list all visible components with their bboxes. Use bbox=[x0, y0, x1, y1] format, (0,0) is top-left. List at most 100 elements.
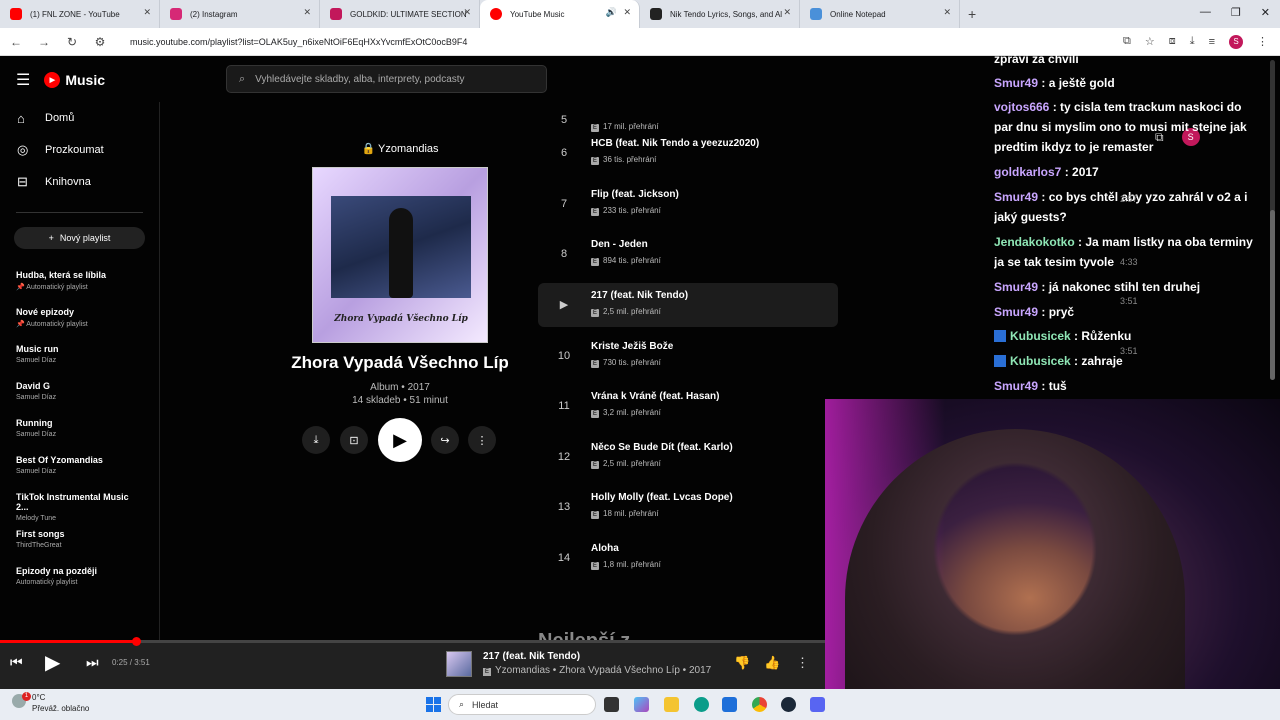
share-button[interactable]: ↪ bbox=[431, 426, 459, 454]
track-title: Aloha bbox=[591, 543, 619, 554]
forward-icon[interactable]: → bbox=[32, 35, 56, 49]
library-icon: ⊟ bbox=[17, 174, 28, 189]
playlist-item[interactable]: First songs ThirdTheGreat bbox=[0, 524, 159, 561]
track-title: 217 (feat. Nik Tendo) bbox=[591, 290, 689, 301]
close-icon[interactable]: ✕ bbox=[463, 7, 471, 18]
download-icon: ⤓ bbox=[313, 433, 319, 446]
play-icon[interactable]: ▶ bbox=[45, 650, 60, 675]
sidebar-item-library[interactable]: ⊟ Knihovna bbox=[0, 166, 159, 198]
bookmark-star-icon[interactable]: ☆ bbox=[1145, 35, 1155, 48]
track-views: E 36 tis. přehrání bbox=[591, 155, 656, 165]
menu-icon[interactable]: ☰ bbox=[16, 70, 30, 90]
more-options-button[interactable]: ⋮ bbox=[468, 426, 496, 454]
playlist-title: Hudba, která se líbila bbox=[16, 270, 107, 280]
steam-icon[interactable] bbox=[781, 697, 796, 712]
track-row[interactable]: 7 Flip (feat. Jickson) E 233 tis. přehrání bbox=[538, 182, 828, 226]
playlist-item[interactable]: Nové epizody 📌 Automatický playlist bbox=[0, 302, 159, 339]
copilot-icon[interactable] bbox=[634, 697, 649, 712]
playlist-title: TikTok Instrumental Music 2... bbox=[16, 492, 129, 512]
download-button[interactable]: ⤓ bbox=[302, 426, 330, 454]
browser-tab-5[interactable]: Nik Tendo Lyrics, Songs, and Al ✕ bbox=[640, 0, 800, 28]
edge-icon[interactable] bbox=[694, 697, 709, 712]
progress-bar[interactable] bbox=[0, 637, 825, 646]
dislike-icon[interactable]: 👎 bbox=[734, 655, 750, 671]
logo[interactable]: ▶ Music bbox=[44, 71, 105, 88]
maximize-icon[interactable]: ❐ bbox=[1231, 6, 1241, 19]
playlist-owner: 📌 Automatický playlist bbox=[16, 284, 88, 291]
start-icon[interactable] bbox=[426, 697, 441, 712]
play-track-icon[interactable]: ▶ bbox=[552, 283, 576, 327]
playlist-item[interactable]: Epizody na později Automatický playlist bbox=[0, 561, 159, 598]
close-icon[interactable]: ✕ bbox=[143, 7, 151, 18]
playlist-item[interactable]: Best Of Yzomandias Samuel Díaz bbox=[0, 450, 159, 487]
media-icon[interactable]: ≡ bbox=[1209, 36, 1215, 48]
weather-widget[interactable]: 1 0°C Převáž. oblačno bbox=[8, 692, 89, 714]
play-album-button[interactable]: ▶ bbox=[378, 418, 422, 462]
chat-text: zprávi za chvíli bbox=[994, 52, 1079, 66]
page-scrollbar[interactable] bbox=[1270, 60, 1275, 380]
taskbar-search-label: Hledat bbox=[472, 699, 499, 710]
site-info-icon[interactable]: ⚙ bbox=[88, 35, 112, 49]
download-icon[interactable]: ⤓ bbox=[1190, 35, 1195, 48]
store-icon[interactable] bbox=[722, 697, 737, 712]
playlist-item[interactable]: Music run Samuel Díaz bbox=[0, 339, 159, 376]
close-icon[interactable]: ✕ bbox=[623, 7, 631, 18]
sidebar-item-home[interactable]: ⌂ Domů bbox=[0, 102, 159, 134]
browser-tab-4[interactable]: YouTube Music 🔊 ✕ bbox=[480, 0, 640, 28]
previous-icon[interactable]: ⏮ bbox=[10, 654, 23, 671]
new-tab-icon[interactable]: + bbox=[968, 6, 976, 22]
search-input[interactable]: ⌕ Vyhledávejte skladby, alba, interprety,… bbox=[226, 65, 547, 93]
track-row[interactable]: 11 Vrána k Vráně (feat. Hasan) E 3,2 mil. p… bbox=[538, 384, 828, 428]
track-row[interactable]: 13 Holly Molly (feat. Lvcas Dope) E 18 mil.… bbox=[538, 485, 828, 529]
track-row-playing[interactable]: ▶ 217 (feat. Nik Tendo) E 2,5 mil. přehrání bbox=[538, 283, 838, 327]
scrollbar-thumb[interactable] bbox=[1270, 210, 1275, 380]
browser-tab-2[interactable]: (2) Instagram ✕ bbox=[160, 0, 320, 28]
file-explorer-icon[interactable] bbox=[664, 697, 679, 712]
browser-tab-6[interactable]: Online Notepad ✕ bbox=[800, 0, 960, 28]
track-row[interactable]: 10 Kriste Ježiš Bože E 730 tis. přehrání bbox=[538, 334, 828, 378]
reload-icon[interactable]: ↻ bbox=[60, 35, 84, 49]
track-row[interactable]: 8 Den - Jeden E 894 tis. přehrání bbox=[538, 232, 828, 276]
track-row[interactable]: 6 HCB (feat. Nik Tendo a yeezuz2020) E 36 t… bbox=[538, 131, 828, 175]
task-view-icon[interactable] bbox=[604, 697, 619, 712]
new-playlist-button[interactable]: + Nový playlist bbox=[14, 227, 145, 249]
browser-menu-icon[interactable]: ⋮ bbox=[1257, 35, 1268, 48]
browser-tab-1[interactable]: (1) FNL ZONE - YouTube ✕ bbox=[0, 0, 160, 28]
discord-icon[interactable] bbox=[810, 697, 825, 712]
more-vert-icon[interactable]: ⋮ bbox=[796, 655, 809, 671]
url-field[interactable]: music.youtube.com/playlist?list=OLAK5uy_… bbox=[130, 37, 1123, 47]
install-icon[interactable]: ⧉ bbox=[1123, 35, 1131, 48]
playlist-item[interactable]: Hudba, která se líbila 📌 Automatický play… bbox=[0, 265, 159, 302]
minimize-icon[interactable]: — bbox=[1200, 6, 1211, 19]
profile-avatar[interactable]: S bbox=[1229, 34, 1243, 49]
now-playing-title[interactable]: 217 (feat. Nik Tendo) bbox=[483, 651, 580, 662]
extensions-icon[interactable]: ⧈ bbox=[1169, 35, 1176, 48]
playlist-item[interactable]: Running Samuel Díaz bbox=[0, 413, 159, 450]
close-icon[interactable]: ✕ bbox=[943, 7, 951, 18]
chat-message: Smur49 : já nakonec stihl ten druhej 3:51 bbox=[994, 277, 1256, 306]
track-number: 6 bbox=[560, 147, 568, 159]
speaker-icon[interactable]: 🔊 bbox=[606, 7, 617, 18]
close-icon[interactable]: ✕ bbox=[303, 7, 311, 18]
explicit-icon: E bbox=[591, 309, 599, 317]
like-icon[interactable]: 👍 bbox=[764, 655, 780, 671]
track-views-text: 1,8 mil. přehrání bbox=[603, 560, 661, 569]
track-row[interactable]: 14 Aloha E 1,8 mil. přehrání bbox=[538, 536, 828, 580]
back-icon[interactable]: ← bbox=[4, 35, 28, 49]
sidebar-item-explore[interactable]: ◎ Prozkoumat bbox=[0, 134, 159, 166]
playlist-item[interactable]: TikTok Instrumental Music 2... Melody Tun… bbox=[0, 487, 159, 524]
browser-tab-3[interactable]: GOLDKID: ULTIMATE SECTION ✕ bbox=[320, 0, 480, 28]
chrome-icon[interactable] bbox=[752, 697, 767, 712]
track-row[interactable]: 12 Něco Se Bude Dít (feat. Karlo) E 2,5 mil… bbox=[538, 435, 828, 479]
playlist-item[interactable]: David G Samuel Díaz bbox=[0, 376, 159, 413]
sidebar-item-label: Prozkoumat bbox=[45, 144, 104, 156]
explicit-icon: E bbox=[591, 511, 599, 519]
now-playing-thumbnail[interactable] bbox=[446, 651, 472, 677]
track-number: 7 bbox=[560, 198, 568, 210]
close-window-icon[interactable]: ✕ bbox=[1261, 6, 1270, 19]
next-icon[interactable]: ⏭ bbox=[86, 654, 99, 671]
close-icon[interactable]: ✕ bbox=[783, 7, 791, 18]
save-to-library-button[interactable]: ⊡ bbox=[340, 426, 368, 454]
taskbar-search[interactable]: ⌕ Hledat bbox=[448, 694, 596, 715]
progress-handle[interactable] bbox=[132, 637, 141, 646]
